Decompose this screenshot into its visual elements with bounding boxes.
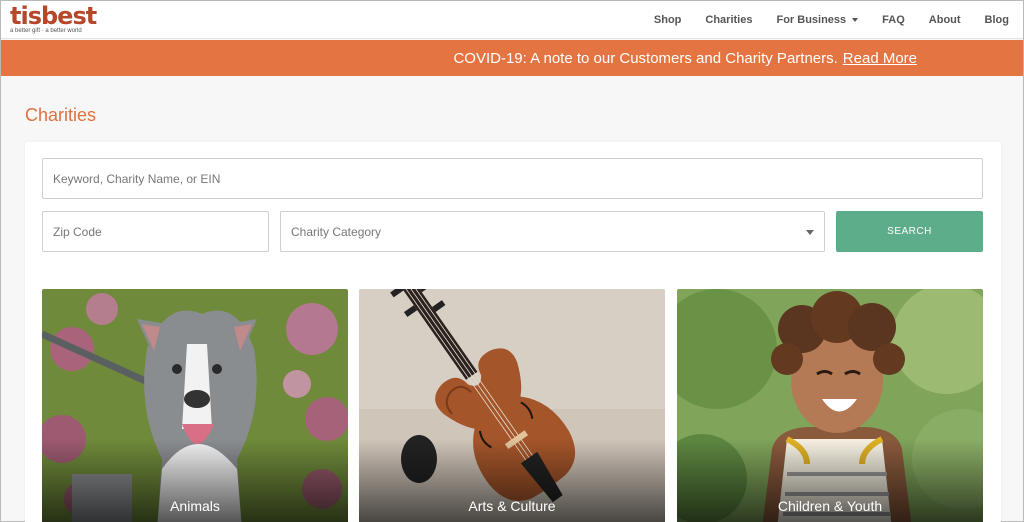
logo-wordmark: tisbest <box>10 2 97 30</box>
search-button[interactable]: SEARCH <box>836 211 983 252</box>
top-navigation: tisbest a better gift · a better world S… <box>1 1 1023 39</box>
nav-shop-label: Shop <box>653 14 682 26</box>
nav-blog[interactable]: Blog <box>985 14 1009 26</box>
nav-faq[interactable]: FAQ <box>882 14 905 26</box>
read-more-link[interactable]: Read More <box>843 50 917 67</box>
nav-for-business-label: For Business <box>776 14 847 26</box>
banner-message: COVID-19: A note to our Customers and Ch… <box>453 40 917 76</box>
covid-banner: COVID-19: A note to our Customers and Ch… <box>1 40 1023 76</box>
category-value: Charity Category <box>291 224 382 239</box>
search-button-label: SEARCH <box>887 226 932 237</box>
keyword-search-input[interactable]: Keyword, Charity Name, or EIN <box>42 158 983 199</box>
nav-blog-label: Blog <box>984 14 1009 26</box>
category-label: Children & Youth <box>777 498 883 514</box>
category-tile-arts-culture[interactable]: Arts & Culture <box>359 289 665 522</box>
nav-faq-label: FAQ <box>882 14 905 26</box>
nav-charities[interactable]: Charities <box>705 14 752 26</box>
category-label: Arts & Culture <box>468 498 556 514</box>
nav-links: Shop Charities For Business FAQ About Bl… <box>630 1 1009 39</box>
nav-about-label: About <box>928 14 961 26</box>
nav-charities-label: Charities <box>705 14 753 26</box>
caret-down-icon <box>852 18 859 22</box>
zip-placeholder: Zip Code <box>53 224 102 239</box>
category-label: Animals <box>170 498 220 514</box>
keyword-placeholder: Keyword, Charity Name, or EIN <box>53 171 221 186</box>
page-title: Charities <box>25 105 97 125</box>
category-tile-animals[interactable]: Animals <box>42 289 348 522</box>
nav-for-business[interactable]: For Business <box>776 14 859 26</box>
zip-code-input[interactable]: Zip Code <box>42 211 269 252</box>
category-tile-children-youth[interactable]: Children & Youth <box>677 289 983 522</box>
banner-text: COVID-19: A note to our Customers and Ch… <box>453 49 838 67</box>
tisbest-logo[interactable]: tisbest a better gift · a better world <box>10 3 100 39</box>
nav-shop[interactable]: Shop <box>654 14 682 26</box>
caret-down-icon <box>806 230 814 235</box>
charity-category-select[interactable]: Charity Category <box>280 211 825 252</box>
nav-about[interactable]: About <box>929 14 961 26</box>
